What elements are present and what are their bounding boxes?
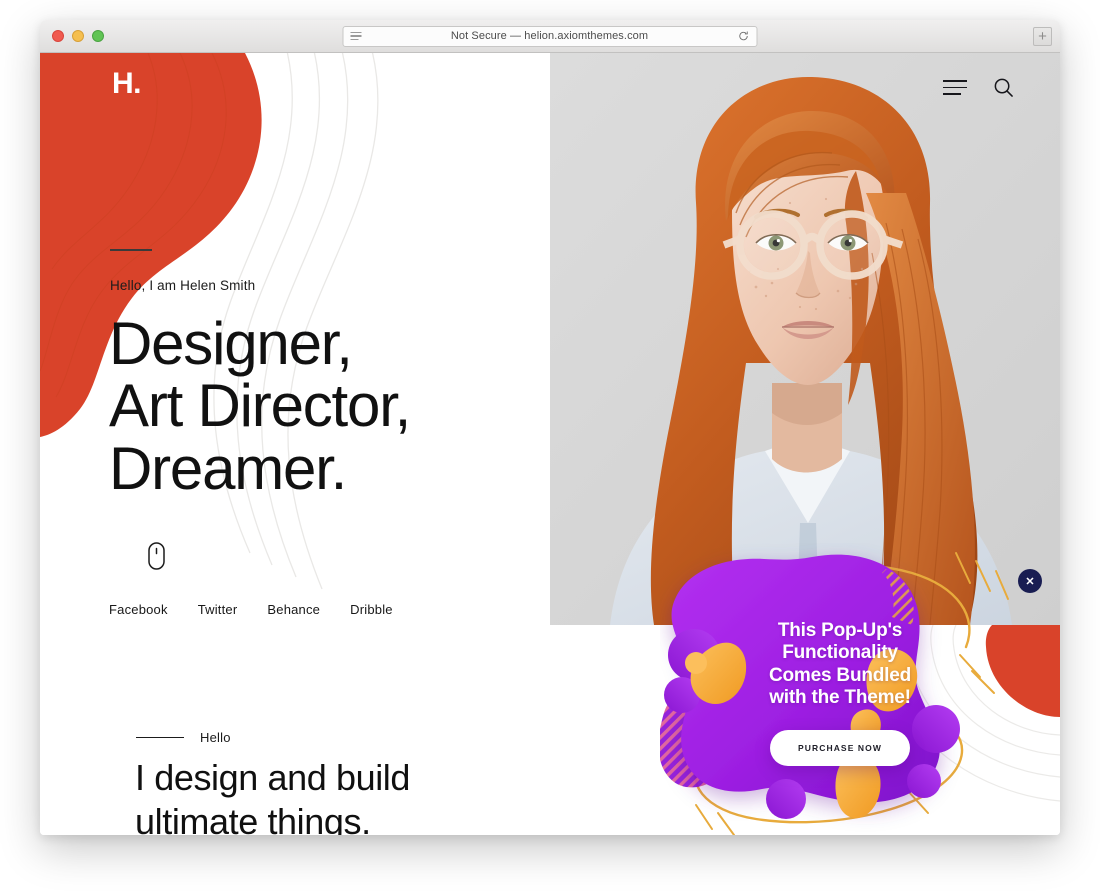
browser-window: Not Secure — helion.axiomthemes.com + H.… bbox=[40, 20, 1060, 835]
social-link-dribble[interactable]: Dribble bbox=[350, 602, 393, 617]
hero-left-panel: H. Hello, I am Helen Smith Designer, Art… bbox=[40, 53, 550, 625]
address-bar[interactable]: Not Secure — helion.axiomthemes.com bbox=[342, 25, 758, 47]
window-traffic-lights bbox=[52, 30, 104, 42]
window-minimize-button[interactable] bbox=[72, 30, 84, 42]
hero-headline: Designer, Art Director, Dreamer. bbox=[109, 310, 411, 502]
social-link-facebook[interactable]: Facebook bbox=[109, 602, 168, 617]
popup-content: This Pop-Up's Functionality Comes Bundle… bbox=[660, 543, 1020, 835]
social-link-behance[interactable]: Behance bbox=[267, 602, 320, 617]
hero-social-links: Facebook Twitter Behance Dribble bbox=[109, 602, 393, 617]
social-link-twitter[interactable]: Twitter bbox=[198, 602, 238, 617]
window-maximize-button[interactable] bbox=[92, 30, 104, 42]
search-icon[interactable] bbox=[993, 77, 1014, 98]
purchase-now-button[interactable]: PURCHASE NOW bbox=[769, 730, 911, 767]
about-label-text: Hello bbox=[200, 730, 231, 745]
about-label-line bbox=[136, 736, 184, 739]
site-logo[interactable]: H. bbox=[112, 67, 142, 101]
popup-close-button[interactable]: ✕ bbox=[1018, 569, 1042, 593]
window-close-button[interactable] bbox=[52, 30, 64, 42]
hero-navigation bbox=[943, 77, 1014, 98]
hero-intro-text: Hello, I am Helen Smith bbox=[110, 278, 256, 293]
hero-right-panel bbox=[550, 53, 1060, 625]
hero-section: H. Hello, I am Helen Smith Designer, Art… bbox=[40, 53, 1060, 625]
url-text: Not Secure — helion.axiomthemes.com bbox=[450, 30, 649, 42]
browser-titlebar: Not Secure — helion.axiomthemes.com + bbox=[40, 20, 1060, 53]
new-tab-button[interactable]: + bbox=[1033, 27, 1052, 46]
hamburger-menu-icon[interactable] bbox=[943, 79, 967, 96]
hero-portrait-image bbox=[550, 53, 1060, 625]
reload-icon[interactable] bbox=[738, 30, 750, 42]
intro-dash bbox=[110, 249, 152, 251]
popup-title: This Pop-Up's Functionality Comes Bundle… bbox=[768, 619, 912, 708]
promo-popup: This Pop-Up's Functionality Comes Bundle… bbox=[660, 543, 1042, 835]
about-heading: I design and build ultimate things. bbox=[135, 757, 411, 835]
page-viewport: H. Hello, I am Helen Smith Designer, Art… bbox=[40, 53, 1060, 835]
about-label: Hello bbox=[136, 730, 231, 745]
mouse-scroll-icon[interactable] bbox=[148, 542, 165, 575]
reader-view-icon[interactable] bbox=[350, 31, 362, 41]
